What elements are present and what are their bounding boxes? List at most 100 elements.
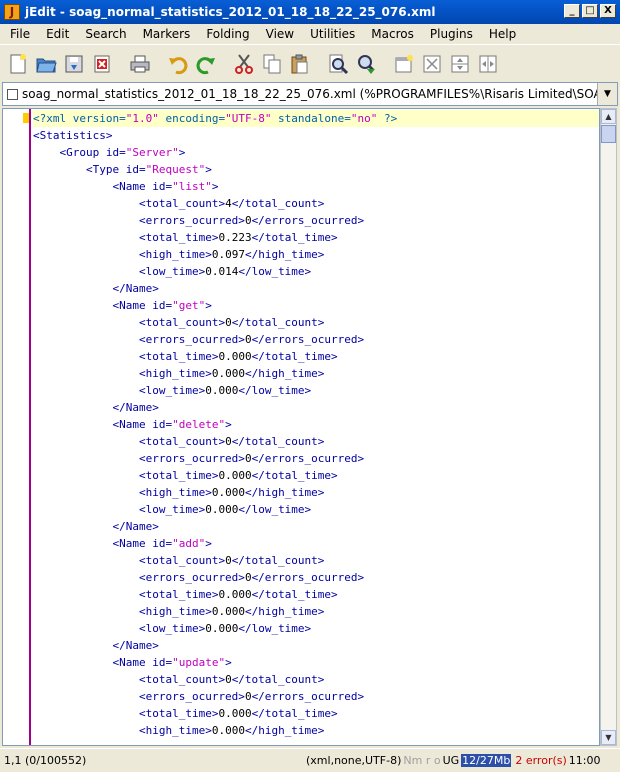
error-count[interactable]: 2 error(s) <box>515 754 566 767</box>
menu-markers[interactable]: Markers <box>135 27 199 41</box>
scroll-down-arrow[interactable]: ▼ <box>601 730 616 745</box>
new-view-icon <box>395 54 413 72</box>
code-line[interactable]: <errors_ocurred>0</errors_ocurred> <box>33 569 599 586</box>
open-file-button[interactable] <box>32 50 60 78</box>
buffer-mode[interactable]: (xml,none,UTF-8) <box>306 754 401 767</box>
code-line[interactable]: <total_count>0</total_count> <box>33 314 599 331</box>
code-line[interactable]: <low_time>0.000</low_time> <box>33 501 599 518</box>
find-next-button[interactable] <box>352 50 380 78</box>
code-line[interactable]: <total_count>4</total_count> <box>33 195 599 212</box>
jedit-logo-icon: J <box>4 4 20 20</box>
menu-file[interactable]: File <box>2 27 38 41</box>
code-line[interactable]: <Name id="list"> <box>33 178 599 195</box>
new-file-button[interactable] <box>4 50 32 78</box>
code-line[interactable]: <Name id="update"> <box>33 654 599 671</box>
code-line[interactable]: <total_time>0.000</total_time> <box>33 348 599 365</box>
find-button[interactable] <box>324 50 352 78</box>
close-file-button[interactable] <box>88 50 116 78</box>
code-line[interactable]: <Name id="add"> <box>33 535 599 552</box>
gutter[interactable] <box>3 109 31 745</box>
code-line[interactable]: <total_time>0.000</total_time> <box>33 586 599 603</box>
vertical-scrollbar[interactable]: ▲ ▼ <box>600 108 617 746</box>
close-file-icon <box>94 55 110 72</box>
code-line[interactable]: <high_time>0.097</high_time> <box>33 246 599 263</box>
code-line[interactable]: <errors_ocurred>0</errors_ocurred> <box>33 450 599 467</box>
split-vertical-button[interactable] <box>474 50 502 78</box>
find-next-icon <box>358 54 375 74</box>
maximize-button[interactable]: □ <box>582 4 598 18</box>
open-file-icon <box>36 58 57 72</box>
unsplit-button[interactable] <box>418 50 446 78</box>
copy-icon <box>263 54 281 73</box>
code-line[interactable]: <?xml version="1.0" encoding="UTF-8" sta… <box>33 110 599 127</box>
code-line[interactable]: <high_time>0.000</high_time> <box>33 484 599 501</box>
undo-icon <box>169 56 188 74</box>
redo-button[interactable] <box>192 50 220 78</box>
find-icon <box>329 54 349 74</box>
code-line[interactable]: <Type id="Request"> <box>33 161 599 178</box>
code-line[interactable]: </Name> <box>33 518 599 535</box>
code-line[interactable]: </Name> <box>33 637 599 654</box>
print-button[interactable] <box>126 50 154 78</box>
menu-macros[interactable]: Macros <box>363 27 422 41</box>
split-horizontal-icon <box>451 55 469 72</box>
encoding-indicator: UG <box>442 754 460 767</box>
buffer-flags[interactable]: Nm r o <box>403 754 440 767</box>
unsplit-icon <box>423 55 441 72</box>
code-line[interactable]: <errors_ocurred>0</errors_ocurred> <box>33 212 599 229</box>
split-horizontal-button[interactable] <box>446 50 474 78</box>
cut-button[interactable] <box>230 50 258 78</box>
code-line[interactable]: <high_time>0.000</high_time> <box>33 603 599 620</box>
code-line[interactable]: <Statistics> <box>33 127 599 144</box>
undo-button[interactable] <box>164 50 192 78</box>
code-line[interactable]: <Group id="Server"> <box>33 144 599 161</box>
split-vertical-icon <box>479 55 497 72</box>
code-line[interactable]: <total_count>0</total_count> <box>33 433 599 450</box>
buffer-switcher[interactable]: soag_normal_statistics_2012_01_18_18_22_… <box>2 82 618 106</box>
buffer-checkbox[interactable] <box>7 88 18 100</box>
code-line[interactable]: <total_time>0.000</total_time> <box>33 705 599 722</box>
text-area[interactable]: <?xml version="1.0" encoding="UTF-8" sta… <box>2 108 600 746</box>
code-line[interactable]: <errors_ocurred>0</errors_ocurred> <box>33 688 599 705</box>
menu-search[interactable]: Search <box>77 27 134 41</box>
minimize-button[interactable]: _ <box>564 4 580 18</box>
code-line[interactable]: <total_count>0</total_count> <box>33 671 599 688</box>
code-line[interactable]: <total_time>0.223</total_time> <box>33 229 599 246</box>
clock: 11:00 <box>568 754 601 767</box>
window-controls: _ □ X <box>564 4 616 18</box>
save-button[interactable] <box>60 50 88 78</box>
code-line[interactable]: <high_time>0.000</high_time> <box>33 365 599 382</box>
scroll-up-arrow[interactable]: ▲ <box>601 109 616 124</box>
code-content[interactable]: <?xml version="1.0" encoding="UTF-8" sta… <box>33 109 599 739</box>
code-line[interactable]: </Name> <box>33 280 599 297</box>
menu-utilities[interactable]: Utilities <box>302 27 363 41</box>
buffer-name: soag_normal_statistics_2012_01_18_18_22_… <box>22 87 597 101</box>
code-line[interactable]: <low_time>0.000</low_time> <box>33 620 599 637</box>
code-line[interactable]: <total_time>0.000</total_time> <box>33 467 599 484</box>
buffer-dropdown-button[interactable]: ▼ <box>597 83 617 105</box>
menu-view[interactable]: View <box>258 27 302 41</box>
menu-folding[interactable]: Folding <box>198 27 257 41</box>
new-view-button[interactable] <box>390 50 418 78</box>
code-line[interactable]: <Name id="get"> <box>33 297 599 314</box>
current-line-marker <box>23 113 29 123</box>
code-line[interactable]: </Name> <box>33 399 599 416</box>
close-button[interactable]: X <box>600 4 616 18</box>
paste-button[interactable] <box>286 50 314 78</box>
code-line[interactable]: <errors_ocurred>0</errors_ocurred> <box>33 331 599 348</box>
memory-status[interactable]: 12/27Mb <box>461 754 512 767</box>
caret-position[interactable]: 1,1 (0/100552) <box>0 754 300 767</box>
print-icon <box>130 55 150 72</box>
code-line[interactable]: <low_time>0.014</low_time> <box>33 263 599 280</box>
copy-button[interactable] <box>258 50 286 78</box>
scroll-thumb[interactable] <box>601 125 616 143</box>
code-line[interactable]: <low_time>0.000</low_time> <box>33 382 599 399</box>
menu-bar: File Edit Search Markers Folding View Ut… <box>0 24 620 44</box>
menu-help[interactable]: Help <box>481 27 524 41</box>
menu-plugins[interactable]: Plugins <box>422 27 481 41</box>
status-bar: 1,1 (0/100552) (xml,none,UTF-8) Nm r o U… <box>0 748 620 772</box>
code-line[interactable]: <total_count>0</total_count> <box>33 552 599 569</box>
code-line[interactable]: <Name id="delete"> <box>33 416 599 433</box>
menu-edit[interactable]: Edit <box>38 27 77 41</box>
code-line[interactable]: <high_time>0.000</high_time> <box>33 722 599 739</box>
